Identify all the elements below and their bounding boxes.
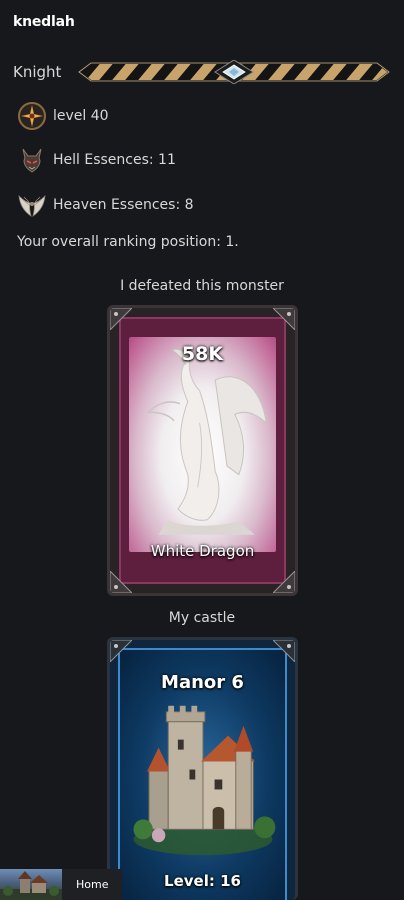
corner-ornament-icon bbox=[273, 571, 295, 593]
level-text: level 40 bbox=[53, 108, 109, 124]
demon-head-icon bbox=[22, 148, 42, 173]
monster-value: 58K bbox=[181, 343, 224, 365]
castle-card-frame: Manor 6 Level: 16 bbox=[118, 648, 287, 900]
white-dragon-illustration bbox=[129, 337, 276, 552]
home-nav-button[interactable]: Home bbox=[0, 869, 122, 900]
monster-card-frame: 58K White Dragon bbox=[119, 317, 286, 584]
corner-ornament-icon bbox=[110, 308, 132, 330]
angel-wings-icon bbox=[18, 194, 46, 217]
heaven-essences-text: Heaven Essences: 8 bbox=[53, 197, 194, 213]
castle-title: Manor 6 bbox=[161, 672, 244, 693]
monster-caption: I defeated this monster bbox=[120, 278, 284, 294]
corner-ornament-icon bbox=[110, 571, 132, 593]
monster-card[interactable]: 58K White Dragon bbox=[107, 305, 298, 596]
level-stat: level 40 bbox=[17, 101, 109, 131]
heaven-essences-stat: Heaven Essences: 8 bbox=[17, 190, 194, 220]
username: knedlah bbox=[13, 14, 75, 30]
castle-thumbnail-icon bbox=[0, 871, 62, 900]
compass-star-icon bbox=[18, 102, 46, 130]
hell-essences-text: Hell Essences: 11 bbox=[53, 152, 176, 168]
castle-card[interactable]: Manor 6 Level: 16 bbox=[107, 637, 298, 900]
hell-essences-stat: Hell Essences: 11 bbox=[17, 145, 176, 175]
corner-ornament-icon bbox=[110, 640, 132, 662]
castle-caption: My castle bbox=[168, 610, 236, 626]
corner-ornament-icon bbox=[273, 640, 295, 662]
class-name: Knight bbox=[13, 63, 62, 81]
rank-bar-diamond-icon bbox=[77, 60, 391, 84]
player-profile-page: knedlah Knight level 40 Hell Essences: 1… bbox=[0, 0, 404, 900]
class-rank-row: Knight bbox=[13, 60, 393, 84]
home-label: Home bbox=[76, 878, 109, 891]
dragon-icon bbox=[146, 348, 267, 535]
ranking-text: Your overall ranking position: 1. bbox=[17, 234, 239, 250]
castle-level: Level: 16 bbox=[164, 872, 241, 890]
monster-name: White Dragon bbox=[150, 542, 255, 560]
corner-ornament-icon bbox=[273, 308, 295, 330]
home-thumbnail bbox=[0, 869, 62, 900]
